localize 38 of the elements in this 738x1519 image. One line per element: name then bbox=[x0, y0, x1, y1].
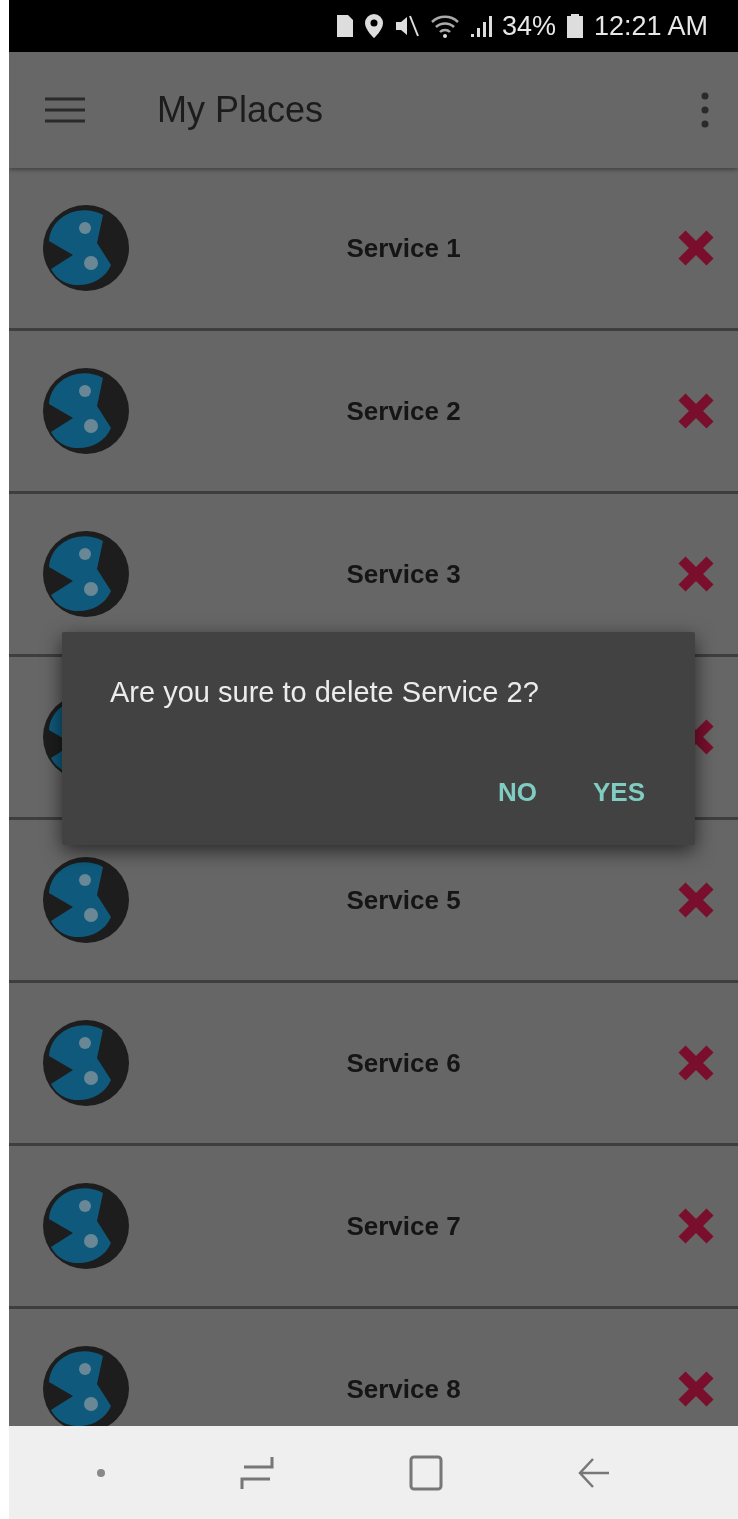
logo-icon bbox=[41, 1181, 131, 1271]
more-options-icon[interactable] bbox=[700, 92, 710, 128]
logo-icon bbox=[41, 1018, 131, 1108]
row-label: Service 8 bbox=[345, 1373, 462, 1405]
dialog-message: Are you sure to delete Service 2? bbox=[110, 676, 540, 709]
dialog-button[interactable]: YES bbox=[574, 767, 663, 818]
wifi-icon bbox=[429, 14, 460, 38]
logo-icon bbox=[41, 529, 131, 619]
signal-icon bbox=[469, 14, 492, 38]
row-label: Service 2 bbox=[345, 395, 462, 427]
logo-icon bbox=[41, 1344, 131, 1426]
home-icon[interactable] bbox=[408, 1454, 443, 1491]
recent-apps-icon[interactable] bbox=[240, 1454, 275, 1491]
row-label: Service 3 bbox=[345, 558, 462, 590]
delete-icon[interactable] bbox=[676, 228, 716, 268]
row-label: Service 5 bbox=[345, 884, 462, 916]
delete-icon[interactable] bbox=[676, 554, 716, 594]
mute-icon bbox=[393, 14, 420, 38]
row-label: Service 1 bbox=[345, 232, 462, 264]
delete-icon[interactable] bbox=[676, 391, 716, 431]
clock: 12:21 AM bbox=[593, 10, 708, 42]
row-label: Service 6 bbox=[345, 1047, 462, 1079]
dialog-button[interactable]: NO bbox=[479, 767, 555, 818]
logo-icon bbox=[41, 366, 131, 456]
battery-percent: 34% bbox=[501, 10, 556, 42]
logo-icon bbox=[41, 855, 131, 945]
delete-icon[interactable] bbox=[676, 1043, 716, 1083]
menu-icon[interactable] bbox=[45, 96, 85, 124]
sim-card-icon bbox=[335, 14, 354, 38]
battery-icon bbox=[565, 13, 584, 39]
app-title: My Places bbox=[157, 89, 325, 131]
delete-icon[interactable] bbox=[676, 1206, 716, 1246]
location-pin-icon bbox=[363, 13, 384, 39]
delete-icon[interactable] bbox=[676, 880, 716, 920]
delete-icon[interactable] bbox=[676, 1369, 716, 1409]
logo-icon bbox=[41, 203, 131, 293]
row-label: Service 7 bbox=[345, 1210, 462, 1242]
dot-icon[interactable] bbox=[96, 1467, 107, 1478]
